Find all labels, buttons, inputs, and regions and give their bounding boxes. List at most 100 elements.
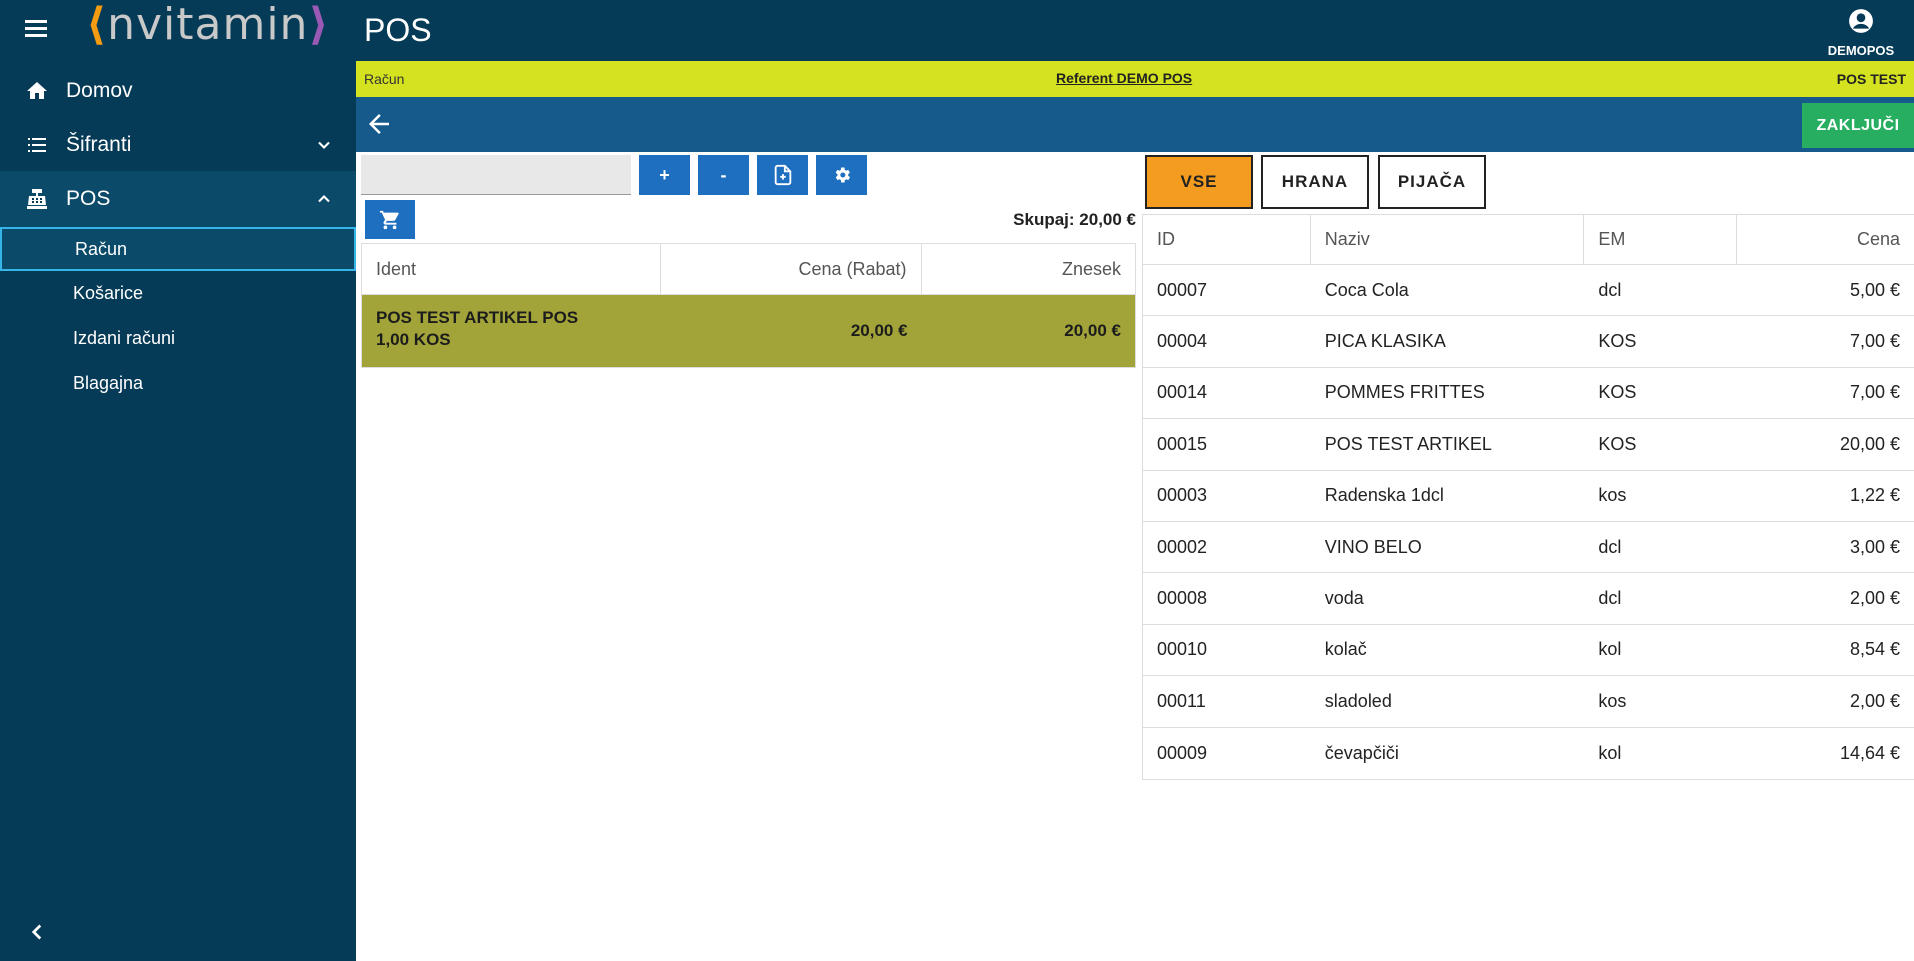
sidebar-subitem-label: Blagajna (73, 372, 144, 393)
cart-table-header: Ident Cena (Rabat) Znesek (362, 244, 1135, 295)
column-header-amount[interactable]: Znesek (922, 244, 1135, 294)
column-header-price[interactable]: Cena (1737, 215, 1914, 264)
table-row[interactable]: 00002 VINO BELO dcl 3,00 € (1143, 522, 1914, 574)
sidebar-subitem-blagajna[interactable]: Blagajna (0, 361, 356, 405)
table-row[interactable]: 00008 voda dcl 2,00 € (1143, 573, 1914, 625)
product-price: 2,00 € (1849, 588, 1900, 609)
chevron-up-icon (318, 195, 330, 203)
product-name: VINO BELO (1324, 536, 1422, 557)
table-row[interactable]: 00004 PICA KLASIKA KOS 7,00 € (1143, 316, 1914, 368)
sidebar-subitem-kosarice[interactable]: Košarice (0, 271, 356, 315)
product-price: 7,00 € (1849, 382, 1900, 403)
product-unit: kol (1598, 639, 1622, 660)
column-header-ident[interactable]: Ident (362, 244, 662, 294)
pos-name-label: POS TEST (1836, 71, 1906, 87)
shopping-cart-icon (379, 210, 399, 229)
new-document-button[interactable] (757, 155, 808, 195)
menu-icon[interactable] (22, 14, 50, 42)
cart-item-amount: 20,00 € (1064, 321, 1121, 340)
sidebar-item-domov[interactable]: Domov (0, 65, 356, 117)
table-row[interactable]: 00003 Radenska 1dcl kos 1,22 € (1143, 471, 1914, 522)
sidebar: Domov Šifranti POS Račun Košarice Izdani… (0, 61, 356, 961)
product-id: 00014 (1157, 382, 1208, 403)
product-name: POS TEST ARTIKEL (1324, 433, 1492, 454)
product-id: 00010 (1157, 639, 1208, 660)
product-name: POMMES FRITTES (1324, 382, 1485, 403)
table-row[interactable]: 00007 Coca Cola dcl 5,00 € (1143, 265, 1914, 317)
product-id: 00003 (1157, 485, 1208, 506)
sidebar-subitem-izdani-racuni[interactable]: Izdani računi (0, 316, 356, 360)
cart-button[interactable] (365, 200, 415, 239)
table-row[interactable]: 00014 POMMES FRITTES KOS 7,00 € (1143, 368, 1914, 420)
product-unit: KOS (1598, 433, 1637, 454)
product-unit: dcl (1598, 279, 1622, 300)
product-price: 5,00 € (1849, 279, 1900, 300)
product-name: PICA KLASIKA (1324, 331, 1446, 352)
product-name: čevapčiči (1324, 742, 1399, 763)
sidebar-item-label: POS (66, 187, 111, 210)
column-header-price[interactable]: Cena (Rabat) (661, 244, 922, 294)
finish-button[interactable]: ZAKLJUČI (1802, 103, 1914, 148)
app-logo[interactable]: ⟨nvitamin⟩ (86, 0, 330, 54)
sidebar-subitem-label: Košarice (73, 282, 144, 303)
gear-icon (835, 167, 850, 183)
referent-link[interactable]: Referent DEMO POS (1056, 70, 1192, 86)
cart-item-name: POS TEST ARTIKEL POS (376, 308, 579, 327)
document-type-label: Račun (364, 71, 405, 87)
column-header-unit[interactable]: EM (1584, 215, 1738, 264)
chevron-left-icon[interactable] (24, 919, 50, 945)
chevron-down-icon (318, 141, 330, 149)
table-row[interactable]: 00011 sladoled kos 2,00 € (1143, 676, 1914, 728)
product-name: kolač (1324, 639, 1367, 660)
sidebar-item-label: Domov (66, 79, 133, 102)
cart-row[interactable]: POS TEST ARTIKEL POS 1,00 KOS 20,00 € 20… (362, 295, 1135, 367)
sidebar-item-pos[interactable]: POS (0, 171, 356, 227)
category-food-button[interactable]: HRANA (1261, 155, 1369, 209)
increase-quantity-button[interactable]: + (639, 155, 690, 195)
category-drinks-button[interactable]: PIJAČA (1378, 155, 1486, 209)
column-header-id[interactable]: ID (1143, 215, 1311, 264)
sidebar-subitem-label: Izdani računi (73, 327, 176, 348)
product-price: 8,54 € (1849, 639, 1900, 660)
user-menu[interactable]: DEMOPOS (1808, 6, 1914, 58)
account-circle-icon (1849, 9, 1873, 33)
info-bar: Račun Referent DEMO POS POS TEST (356, 61, 1914, 97)
product-price: 3,00 € (1849, 536, 1900, 557)
product-unit: dcl (1598, 536, 1622, 557)
column-header-name[interactable]: Naziv (1311, 215, 1585, 264)
product-name: sladoled (1324, 690, 1392, 711)
product-id: 00015 (1157, 433, 1208, 454)
article-search-input[interactable] (361, 155, 631, 195)
settings-button[interactable] (816, 155, 867, 195)
table-row[interactable]: 00015 POS TEST ARTIKEL KOS 20,00 € (1143, 419, 1914, 471)
cart-total: Skupaj: 20,00 € (1013, 210, 1136, 229)
product-id: 00011 (1157, 690, 1206, 711)
logo-word: nvitamin (107, 0, 309, 50)
product-unit: kos (1598, 690, 1627, 711)
note-add-icon (774, 164, 791, 186)
decrease-quantity-button[interactable]: - (698, 155, 749, 195)
logo-bracket-right: ⟩ (308, 0, 330, 50)
product-unit: KOS (1598, 331, 1637, 352)
category-all-button[interactable]: VSE (1145, 155, 1253, 209)
sidebar-subitem-racun[interactable]: Račun (0, 227, 356, 271)
home-icon (24, 78, 50, 104)
product-id: 00007 (1157, 279, 1208, 300)
logo-bracket-left: ⟨ (86, 0, 108, 50)
list-icon (24, 132, 50, 158)
product-id: 00004 (1157, 331, 1208, 352)
sidebar-item-sifranti[interactable]: Šifranti (0, 119, 356, 171)
product-unit: kos (1598, 485, 1627, 506)
table-row[interactable]: 00010 kolač kol 8,54 € (1143, 625, 1914, 677)
arrow-back-icon[interactable] (364, 109, 394, 139)
table-row[interactable]: 00009 čevapčiči kol 14,64 € (1143, 728, 1914, 779)
product-price: 7,00 € (1849, 331, 1900, 352)
sidebar-item-label: Šifranti (66, 133, 132, 156)
products-table: ID Naziv EM Cena 00007 Coca Cola dcl 5,00 €… (1142, 214, 1914, 780)
top-app-bar: ⟨nvitamin⟩ POS DEMOPOS (0, 0, 1914, 61)
cart-item-quantity: 1,00 KOS (376, 330, 451, 349)
product-name: Radenska 1dcl (1324, 485, 1444, 506)
cart-table: Ident Cena (Rabat) Znesek POS TEST ARTIK… (361, 243, 1136, 368)
product-name: Coca Cola (1324, 279, 1409, 300)
user-name: DEMOPOS (1827, 43, 1895, 58)
